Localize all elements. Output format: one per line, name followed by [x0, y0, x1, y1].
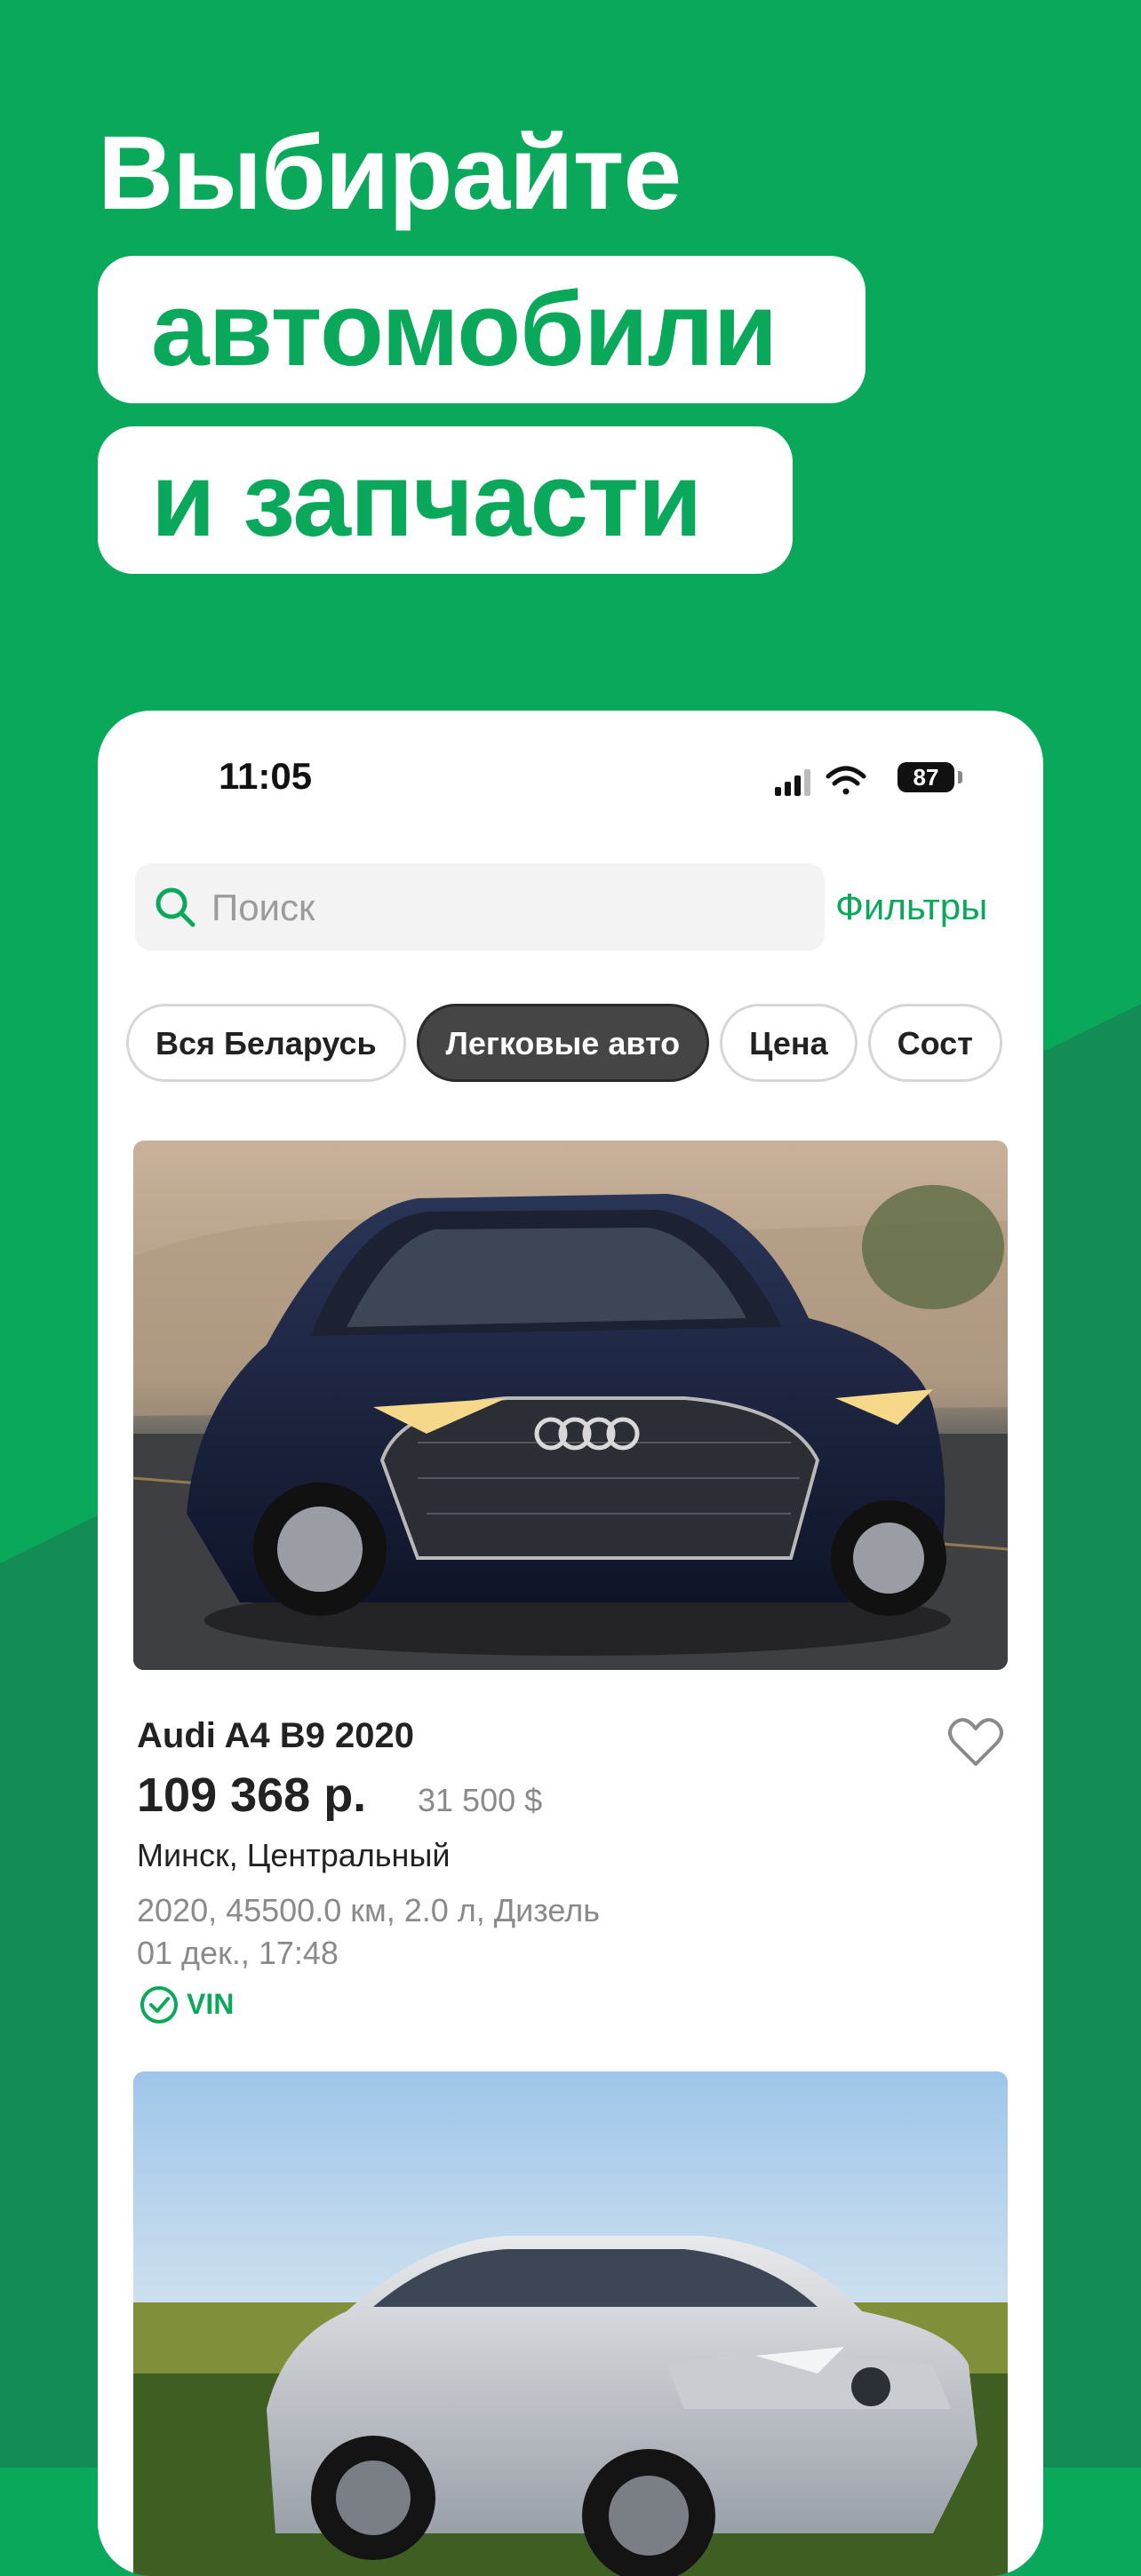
- listing-date: 01 дек., 17:48: [137, 1935, 339, 1971]
- listing-price-usd: 31 500 $: [418, 1782, 543, 1818]
- filters-button[interactable]: Фильтры: [835, 863, 987, 950]
- listing-photo-audi[interactable]: [133, 1141, 1008, 1670]
- promo-headline: Выбирайте: [98, 115, 682, 232]
- chip-passenger-cars[interactable]: Легковые авто: [416, 1004, 710, 1082]
- battery-icon: 87: [898, 762, 954, 792]
- wifi-icon: [826, 766, 866, 795]
- listing-price: 109 368 р.: [137, 1769, 367, 1822]
- promo-pill-cars: автомобили: [98, 256, 866, 403]
- vin-badge: VIN: [139, 1984, 234, 2025]
- listing-photo-opel[interactable]: [133, 2071, 1008, 2576]
- search-input[interactable]: [210, 863, 800, 952]
- cellular-signal-icon: [775, 769, 810, 796]
- battery-nub: [958, 771, 962, 783]
- listing-location: Минск, Центральный: [137, 1837, 451, 1873]
- listing-specs: 2020, 45500.0 км, 2.0 л, Дизель: [137, 1892, 600, 1928]
- signal-wifi-icons: [775, 766, 866, 796]
- chip-region[interactable]: Вся Беларусь: [126, 1004, 406, 1082]
- check-circle-icon: [140, 1986, 178, 2023]
- phone-screen: 11:05 87 Фильтры Вся БеларусьЛегковые ав…: [98, 711, 1043, 2576]
- search-bar[interactable]: [135, 863, 825, 952]
- heart-icon[interactable]: [947, 1716, 1004, 1769]
- promo-pill-parts: и запчасти: [98, 426, 793, 574]
- status-time: 11:05: [219, 755, 313, 797]
- chip-price[interactable]: Цена: [720, 1004, 858, 1082]
- listing-title[interactable]: Audi A4 B9 2020: [137, 1716, 414, 1756]
- vin-label: VIN: [187, 1988, 235, 2020]
- search-icon: [156, 887, 195, 927]
- chip-condition[interactable]: Сост: [867, 1004, 1002, 1082]
- filter-chips: Вся Беларусь Легковые авто Цена Сост: [126, 1004, 1015, 1087]
